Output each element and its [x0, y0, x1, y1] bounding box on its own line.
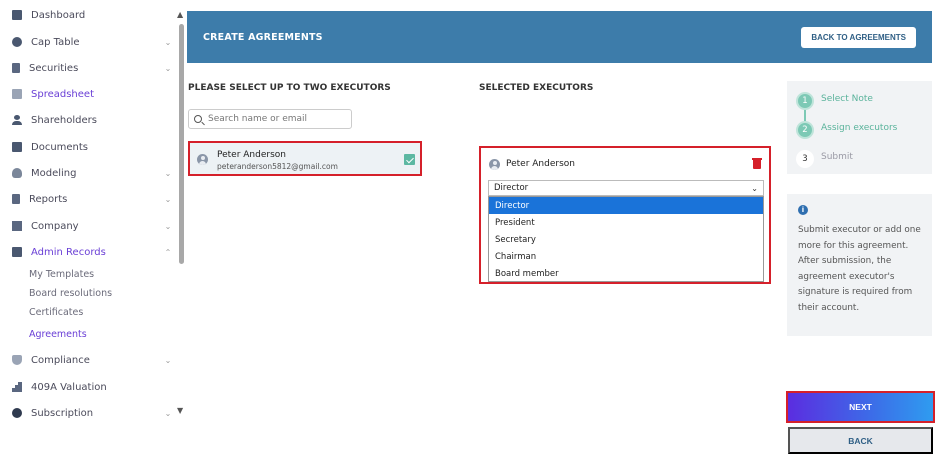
documents-icon	[12, 142, 22, 152]
sidebar: Dashboard Cap Table ⌄ Securities ⌄ Sprea…	[0, 0, 178, 459]
executor-checkbox[interactable]	[404, 154, 415, 165]
back-button[interactable]: BACK	[788, 427, 933, 454]
page-title: CREATE AGREEMENTS	[203, 32, 323, 43]
select-executors-title: PLEASE SELECT UP TO TWO EXECUTORS	[188, 83, 391, 93]
chevron-down-icon: ⌄	[164, 408, 172, 418]
chevron-down-icon: ⌄	[751, 184, 758, 193]
avatar-icon	[197, 154, 208, 165]
chevron-down-icon: ⌄	[164, 221, 172, 231]
chevron-down-icon: ⌄	[164, 63, 172, 73]
avatar-icon	[489, 159, 500, 170]
step-1-badge: 1	[796, 92, 814, 110]
back-to-agreements-button[interactable]: BACK TO AGREEMENTS	[801, 27, 916, 48]
sidebar-item-documents[interactable]: Documents	[12, 137, 172, 157]
role-option-secretary[interactable]: Secretary	[489, 231, 763, 248]
scroll-up-icon[interactable]: ▲	[177, 10, 183, 19]
chevron-down-icon: ⌄	[164, 37, 172, 47]
sidebar-item-409a-valuation[interactable]: 409A Valuation	[12, 377, 172, 397]
pie-chart-icon	[12, 37, 22, 47]
sidebar-item-subscription[interactable]: Subscription ⌄	[12, 403, 172, 423]
role-selected-value: Director	[494, 183, 529, 193]
chart-icon	[12, 382, 22, 392]
step-2-label: Assign executors	[821, 123, 898, 133]
building-icon	[12, 221, 22, 231]
search-input[interactable]	[208, 114, 348, 124]
role-dropdown-list: Director President Secretary Chairman Bo…	[488, 196, 764, 282]
clipboard-icon	[12, 63, 20, 73]
step-1-label: Select Note	[821, 94, 873, 104]
role-option-president[interactable]: President	[489, 214, 763, 231]
chevron-down-icon: ⌄	[164, 168, 172, 178]
trash-icon[interactable]	[752, 158, 762, 169]
info-text: Submit executor or add one more for this…	[798, 225, 921, 313]
sidebar-subitem-my-templates[interactable]: My Templates	[29, 269, 94, 280]
executor-list-item[interactable]: Peter Anderson peteranderson5812@gmail.c…	[188, 141, 422, 176]
sidebar-item-cap-table[interactable]: Cap Table ⌄	[12, 32, 172, 52]
sidebar-scrollbar[interactable]	[179, 24, 184, 264]
executor-email: peteranderson5812@gmail.com	[217, 162, 338, 171]
selected-executor-name: Peter Anderson	[506, 159, 575, 169]
page-header: CREATE AGREEMENTS BACK TO AGREEMENTS	[187, 11, 932, 63]
selected-executors-title: SELECTED EXECUTORS	[479, 83, 594, 93]
role-option-board-member[interactable]: Board member	[489, 265, 763, 282]
chevron-up-icon: ⌃	[164, 247, 172, 257]
search-icon	[194, 115, 202, 123]
admin-icon	[12, 247, 22, 257]
info-icon: i	[798, 205, 808, 215]
coin-icon	[12, 408, 22, 418]
dashboard-icon	[12, 10, 22, 20]
info-panel: i Submit executor or add one more for th…	[787, 194, 932, 336]
step-2-badge: 2	[796, 121, 814, 139]
sidebar-item-reports[interactable]: Reports ⌄	[12, 189, 172, 209]
role-option-director[interactable]: Director	[489, 197, 763, 214]
sidebar-item-dashboard[interactable]: Dashboard	[12, 5, 172, 25]
sidebar-item-spreadsheet[interactable]: Spreadsheet	[12, 84, 172, 104]
spreadsheet-icon	[12, 89, 22, 99]
sidebar-item-modeling[interactable]: Modeling ⌄	[12, 163, 172, 183]
reports-icon	[12, 194, 20, 204]
sidebar-item-securities[interactable]: Securities ⌄	[12, 58, 172, 78]
sidebar-item-company[interactable]: Company ⌄	[12, 216, 172, 236]
chevron-down-icon: ⌄	[164, 355, 172, 365]
role-option-chairman[interactable]: Chairman	[489, 248, 763, 265]
shield-icon	[12, 355, 22, 365]
next-button[interactable]: NEXT	[786, 391, 935, 423]
selected-executor-card: Peter Anderson Director ⌄ Director Presi…	[479, 146, 771, 284]
user-icon	[12, 115, 22, 125]
executor-name: Peter Anderson	[217, 150, 286, 160]
bulb-icon	[12, 168, 22, 178]
role-select[interactable]: Director ⌄	[488, 180, 764, 196]
step-3-label: Submit	[821, 152, 853, 162]
sidebar-item-admin-records[interactable]: Admin Records ⌃	[12, 242, 172, 262]
sidebar-subitem-certificates[interactable]: Certificates	[29, 307, 83, 318]
sidebar-item-compliance[interactable]: Compliance ⌄	[12, 350, 172, 370]
progress-stepper: 1 Select Note 2 Assign executors 3 Submi…	[787, 81, 932, 174]
sidebar-subitem-board-resolutions[interactable]: Board resolutions	[29, 288, 112, 299]
search-box	[188, 109, 352, 129]
sidebar-subitem-agreements[interactable]: Agreements	[29, 329, 87, 340]
step-3-badge: 3	[796, 150, 814, 168]
scroll-down-icon[interactable]: ▼	[177, 406, 183, 415]
chevron-down-icon: ⌄	[164, 194, 172, 204]
sidebar-item-shareholders[interactable]: Shareholders	[12, 110, 172, 130]
